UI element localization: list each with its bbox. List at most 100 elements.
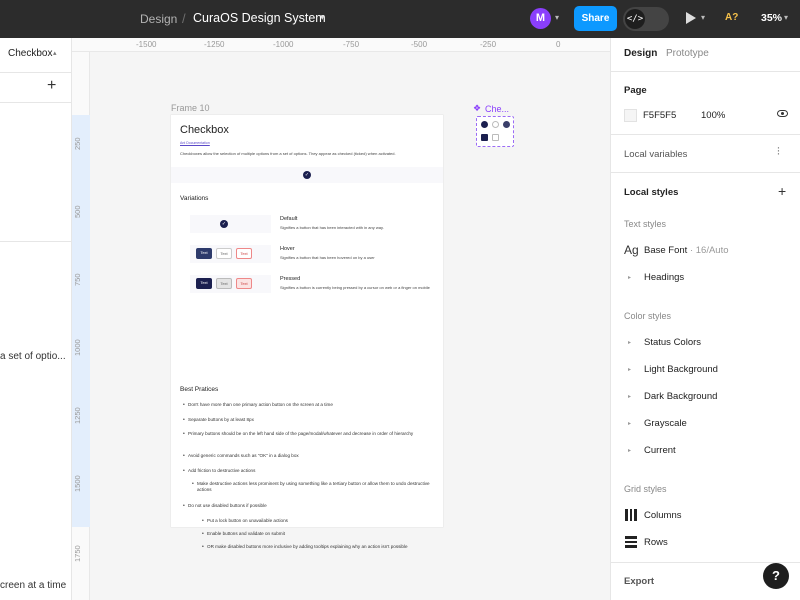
- checkbox-component-set[interactable]: [476, 116, 514, 147]
- right-panel: Design Prototype Page F5F5F5 100% Local …: [610, 38, 800, 600]
- base-font-name: Base Font: [644, 245, 688, 256]
- mini-button-primary: Text: [196, 248, 212, 259]
- mini-button-secondary: Text: [216, 248, 232, 259]
- hero-preview: ✓: [171, 167, 443, 183]
- grid-style-columns[interactable]: Columns: [644, 510, 682, 521]
- top-toolbar: Design / CuraOS Design System ▾ M ▾ Shar…: [0, 0, 800, 38]
- divider: [0, 241, 72, 242]
- export-heading: Export: [624, 576, 655, 587]
- text-style-group[interactable]: Headings: [644, 272, 684, 283]
- color-style-group[interactable]: Current: [644, 445, 676, 456]
- mini-button-primary: Text: [196, 278, 212, 289]
- variation-label: Hover: [280, 246, 295, 252]
- page-selector[interactable]: Checkbox: [8, 48, 52, 59]
- color-style-group[interactable]: Grayscale: [644, 418, 687, 429]
- expand-arrow-icon[interactable]: ▸: [628, 420, 631, 427]
- checkbox-checked-variant[interactable]: [481, 121, 488, 128]
- ruler-tick: 1000: [73, 339, 82, 356]
- color-styles-heading: Color styles: [624, 311, 672, 321]
- layer-item[interactable]: a set of optio...: [0, 351, 66, 362]
- user-avatar[interactable]: M: [530, 8, 551, 29]
- eye-icon[interactable]: [777, 110, 788, 117]
- play-icon[interactable]: [686, 12, 696, 24]
- mini-button-secondary: Text: [216, 278, 232, 289]
- bullet-item: Primary buttons should be on the left ha…: [183, 431, 438, 437]
- page-section-heading: Page: [624, 85, 647, 96]
- best-practices-heading: Best Pratices: [180, 386, 219, 393]
- design-canvas[interactable]: 250 500 750 1000 1250 1500 1750 -1500 -1…: [72, 38, 610, 600]
- ruler-tick: 1250: [73, 407, 82, 424]
- chevron-down-icon[interactable]: ▾: [320, 12, 325, 23]
- checkbox-preview: ✓: [220, 220, 228, 228]
- left-panel: Checkbox ▴ + a set of optio... creen at …: [0, 38, 72, 600]
- rows-grid-icon: [625, 536, 637, 548]
- text-style-base-font[interactable]: Base Font · 16/Auto: [644, 245, 729, 256]
- checkbox-square-empty-variant[interactable]: [492, 134, 499, 141]
- checkbox-empty-variant[interactable]: [492, 121, 499, 128]
- chevron-up-icon[interactable]: ▴: [53, 49, 57, 57]
- frame-description: Checkboxes allow the selection of multip…: [180, 151, 396, 156]
- bullet-item: Add friction to destructive actions: [183, 468, 433, 474]
- divider: [0, 72, 72, 73]
- default-preview: ✓: [190, 215, 271, 233]
- variation-label: Pressed: [280, 276, 301, 282]
- variations-heading: Variations: [180, 195, 209, 202]
- divider: [611, 172, 800, 173]
- tab-prototype[interactable]: Prototype: [666, 48, 709, 59]
- expand-arrow-icon[interactable]: ▸: [628, 447, 631, 454]
- share-button[interactable]: Share: [574, 6, 617, 31]
- expand-arrow-icon[interactable]: ▸: [628, 393, 631, 400]
- variation-desc: Signifies a button that has been hovered…: [280, 255, 375, 260]
- tab-design[interactable]: Design: [624, 48, 657, 59]
- hover-preview: Text Text Text: [190, 245, 271, 263]
- mini-button-destructive: Text: [236, 248, 252, 259]
- color-style-group[interactable]: Status Colors: [644, 337, 701, 348]
- ruler-tick: 750: [73, 273, 82, 286]
- layer-item[interactable]: creen at a time: [0, 580, 66, 591]
- bullet-item: Separate buttons by at least 8px: [183, 417, 433, 423]
- local-styles-heading: Local styles: [624, 187, 679, 198]
- accessibility-badge[interactable]: A?: [725, 12, 738, 23]
- local-variables-button[interactable]: Local variables: [624, 149, 687, 160]
- divider: [611, 134, 800, 135]
- page-opacity-value[interactable]: 100%: [701, 110, 725, 121]
- bullet-item: OR make disabled buttons more inclusive …: [202, 544, 417, 550]
- bullet-item: Avoid generic commands such as "OK" in a…: [183, 453, 433, 459]
- file-name[interactable]: CuraOS Design System: [193, 11, 326, 25]
- color-style-group[interactable]: Light Background: [644, 364, 718, 375]
- dev-mode-toggle[interactable]: </>: [623, 7, 669, 31]
- sliders-icon[interactable]: ⫶: [777, 146, 780, 159]
- chevron-down-icon[interactable]: ▾: [555, 13, 559, 22]
- checkbox-square-checked-variant[interactable]: [481, 134, 488, 141]
- page-color-swatch[interactable]: [624, 109, 637, 122]
- chevron-down-icon[interactable]: ▾: [701, 13, 705, 22]
- bullet-item: Do not use disabled buttons if possible: [183, 503, 433, 509]
- frame-10[interactable]: Checkbox Ant Documentation Checkboxes al…: [171, 115, 443, 550]
- grid-style-rows[interactable]: Rows: [644, 537, 668, 548]
- bullet-item: Make destructive actions less prominent …: [192, 481, 439, 493]
- frame-label[interactable]: Frame 10: [171, 103, 210, 113]
- base-font-meta: · 16/Auto: [687, 245, 729, 256]
- page-color-value[interactable]: F5F5F5: [643, 110, 676, 121]
- mini-button-destructive: Text: [236, 278, 252, 289]
- ruler-tick: 250: [73, 137, 82, 150]
- zoom-level[interactable]: 35%: [761, 12, 782, 24]
- color-style-group[interactable]: Dark Background: [644, 391, 717, 402]
- variation-desc: Signifies a button that has been interac…: [280, 225, 384, 230]
- ruler-tick: -250: [480, 40, 497, 49]
- plus-icon[interactable]: +: [778, 183, 786, 199]
- chevron-down-icon[interactable]: ▾: [784, 13, 788, 22]
- expand-arrow-icon[interactable]: ▸: [628, 366, 631, 373]
- component-icon: ❖: [473, 103, 482, 113]
- help-icon[interactable]: ?: [763, 563, 789, 589]
- vertical-ruler: 250 500 750 1000 1250 1500 1750: [72, 38, 90, 600]
- breadcrumb-project[interactable]: Design: [140, 12, 177, 26]
- add-page-icon[interactable]: +: [47, 77, 56, 95]
- component-label[interactable]: Che...: [485, 104, 509, 114]
- documentation-link[interactable]: Ant Documentation: [180, 141, 210, 145]
- expand-arrow-icon[interactable]: ▸: [628, 274, 631, 281]
- expand-arrow-icon[interactable]: ▸: [628, 339, 631, 346]
- checkbox-hover-variant[interactable]: [503, 121, 510, 128]
- ruler-tick: 1750: [73, 545, 82, 562]
- ruler-tick: 0: [556, 40, 561, 49]
